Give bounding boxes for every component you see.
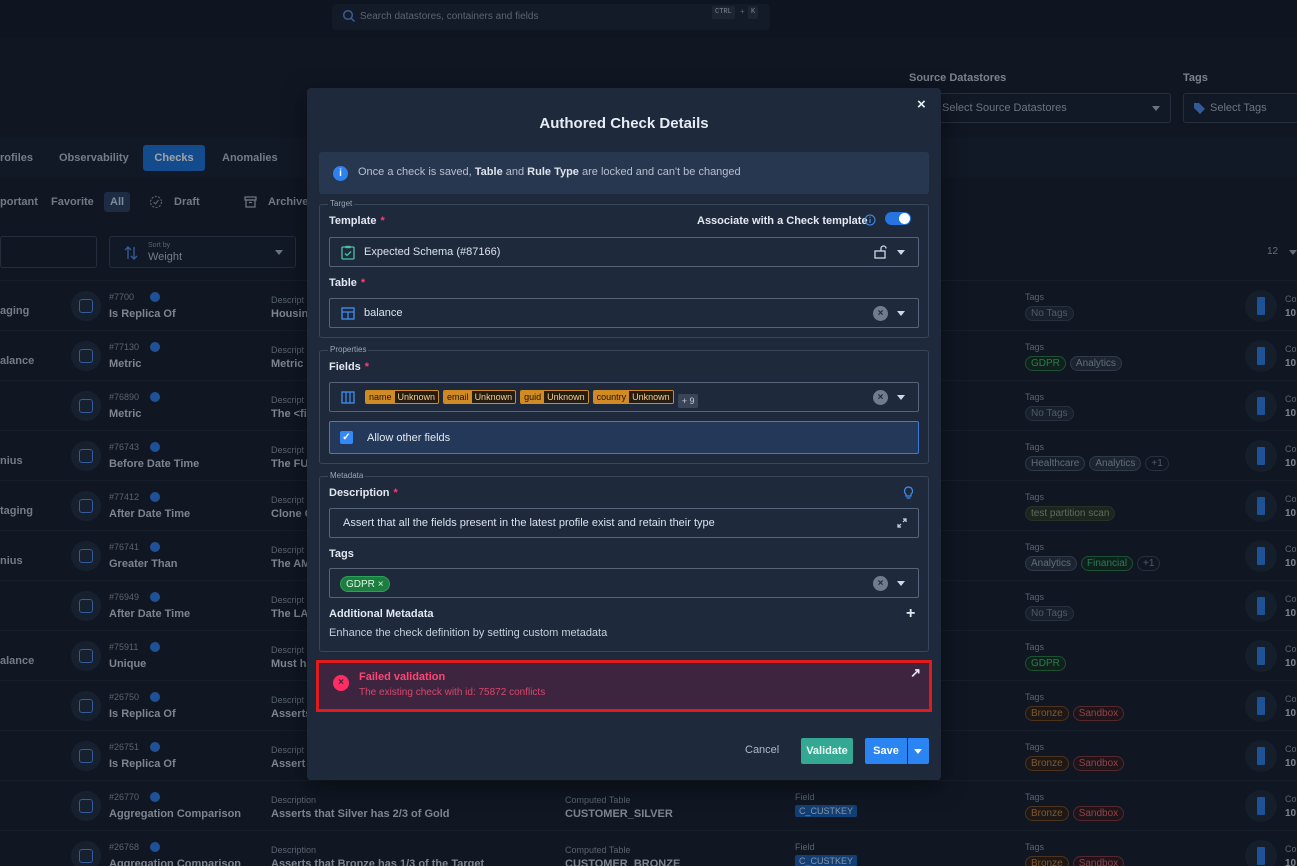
checkbox-checked-icon: ✓ — [340, 431, 353, 444]
template-select[interactable]: Expected Schema (#87166) — [329, 237, 919, 267]
associate-template-toggle[interactable] — [885, 212, 911, 225]
table-label: Table * — [329, 277, 366, 289]
properties-legend: Properties — [328, 345, 369, 354]
info-banner: i Once a check is saved, Table and Rule … — [319, 152, 929, 194]
description-label: Description * — [329, 487, 398, 499]
template-value: Expected Schema (#87166) — [364, 246, 501, 258]
open-external-icon[interactable]: ↗ — [910, 665, 921, 681]
modal-title: Authored Check Details — [539, 115, 709, 132]
error-detail: The existing check with id: 75872 confli… — [359, 687, 546, 698]
description-input[interactable]: Assert that all the fields present in th… — [329, 508, 919, 538]
cancel-button[interactable]: Cancel — [745, 744, 779, 756]
additional-metadata-description: Enhance the check definition by setting … — [329, 627, 608, 639]
error-icon: × — [333, 675, 349, 691]
allow-other-fields-checkbox[interactable]: ✓ Allow other fields — [329, 421, 919, 454]
validation-error-alert: × Failed validation The existing check w… — [316, 660, 932, 712]
lightbulb-icon[interactable] — [903, 486, 914, 500]
chevron-down-icon — [914, 749, 922, 754]
template-label: Template * — [329, 215, 385, 227]
clear-icon[interactable]: × — [873, 306, 888, 321]
chevron-down-icon — [897, 395, 905, 400]
chevron-down-icon — [897, 311, 905, 316]
unlock-icon[interactable] — [874, 245, 887, 259]
clear-icon[interactable]: × — [873, 576, 888, 591]
additional-metadata-label: Additional Metadata — [329, 608, 434, 620]
save-button[interactable]: Save — [865, 738, 907, 764]
description-value: Assert that all the fields present in th… — [343, 517, 715, 529]
fields-select[interactable]: name Unknown email Unknown guid Unknown countr… — [329, 382, 919, 412]
associate-template-label: Associate with a Check template — [697, 215, 868, 227]
table-select[interactable]: balance × — [329, 298, 919, 328]
field-chips: name Unknown email Unknown guid Unknown countr… — [365, 390, 699, 408]
close-icon[interactable]: × — [917, 96, 926, 113]
error-title: Failed validation — [359, 671, 446, 683]
info-text: Once a check is saved, Table and Rule Ty… — [358, 166, 741, 178]
info-icon — [864, 214, 876, 226]
table-icon — [341, 307, 355, 320]
columns-icon — [341, 391, 355, 404]
metadata-section: Metadata — [319, 471, 929, 652]
expand-icon[interactable] — [897, 518, 907, 528]
field-chip: country Unknown — [592, 390, 674, 404]
fields-label: Fields * — [329, 361, 370, 373]
target-legend: Target — [328, 199, 355, 208]
clear-icon[interactable]: × — [873, 390, 888, 405]
allow-other-fields-label: Allow other fields — [367, 432, 451, 444]
metadata-legend: Metadata — [328, 471, 366, 480]
chevron-down-icon — [897, 250, 905, 255]
field-chip: guid Unknown — [520, 390, 589, 404]
table-value: balance — [364, 307, 403, 319]
check-template-icon — [341, 245, 355, 260]
validate-button[interactable]: Validate — [801, 738, 853, 764]
info-icon: i — [333, 166, 348, 181]
add-metadata-button[interactable]: + — [906, 605, 915, 623]
more-fields-badge: + 9 — [677, 394, 699, 408]
save-options-button[interactable] — [908, 738, 929, 764]
tags-select[interactable]: GDPR × × — [329, 568, 919, 598]
field-chip: email Unknown — [443, 390, 517, 404]
tags-label: Tags — [329, 548, 354, 560]
chevron-down-icon — [897, 581, 905, 586]
authored-check-modal: Authored Check Details × i Once a check … — [307, 88, 941, 780]
tag-chip-gdpr: GDPR × — [340, 576, 390, 592]
remove-tag-icon[interactable]: × — [378, 579, 384, 590]
field-chip: name Unknown — [365, 390, 440, 404]
